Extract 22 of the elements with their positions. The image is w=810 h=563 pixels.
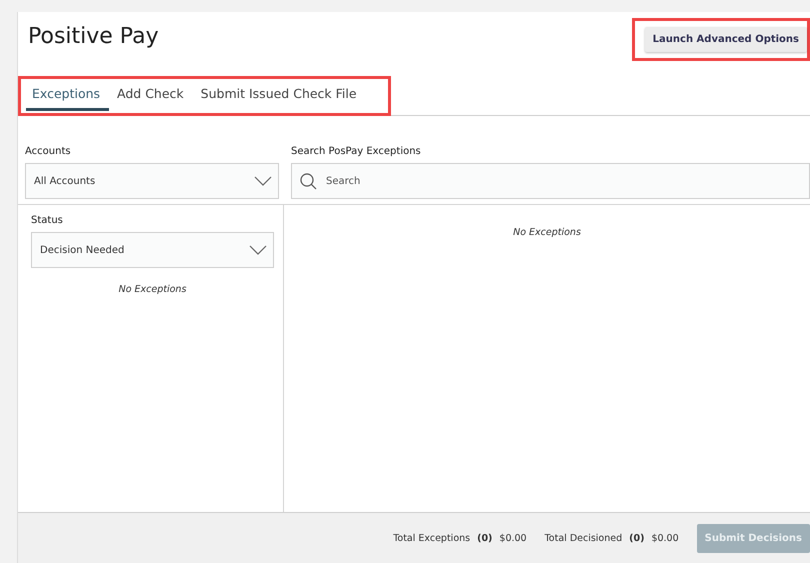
tab[interactable]: Submit Issued Check File	[194, 79, 366, 111]
total-amount: $0.00	[651, 532, 679, 544]
page-title: Positive Pay	[28, 24, 159, 49]
tab[interactable]: Add Check	[111, 79, 193, 111]
total-count: (0)	[629, 532, 644, 544]
total-label: Total Exceptions	[393, 532, 470, 544]
search-icon	[300, 173, 317, 190]
chevron-down-icon	[249, 245, 267, 255]
empty-message: No Exceptions	[118, 284, 188, 295]
total-amount: $0.00	[499, 532, 527, 544]
tab[interactable]: Exceptions	[26, 79, 110, 111]
empty-message: No Exceptions	[512, 227, 582, 238]
field-label: Accounts	[25, 146, 72, 157]
search-field[interactable]: Search	[291, 163, 810, 199]
field-label: Search PosPay Exceptions	[291, 146, 422, 157]
total-count: (0)	[477, 532, 492, 544]
field-label: Status	[31, 215, 64, 226]
status-select[interactable]: Decision Needed	[31, 232, 274, 268]
total-label: Total Decisioned	[544, 532, 622, 544]
chevron-down-icon	[254, 176, 272, 186]
accounts-select[interactable]: All Accounts	[25, 163, 279, 199]
launch-advanced-options-button[interactable]: Launch Advanced Options	[644, 27, 807, 52]
